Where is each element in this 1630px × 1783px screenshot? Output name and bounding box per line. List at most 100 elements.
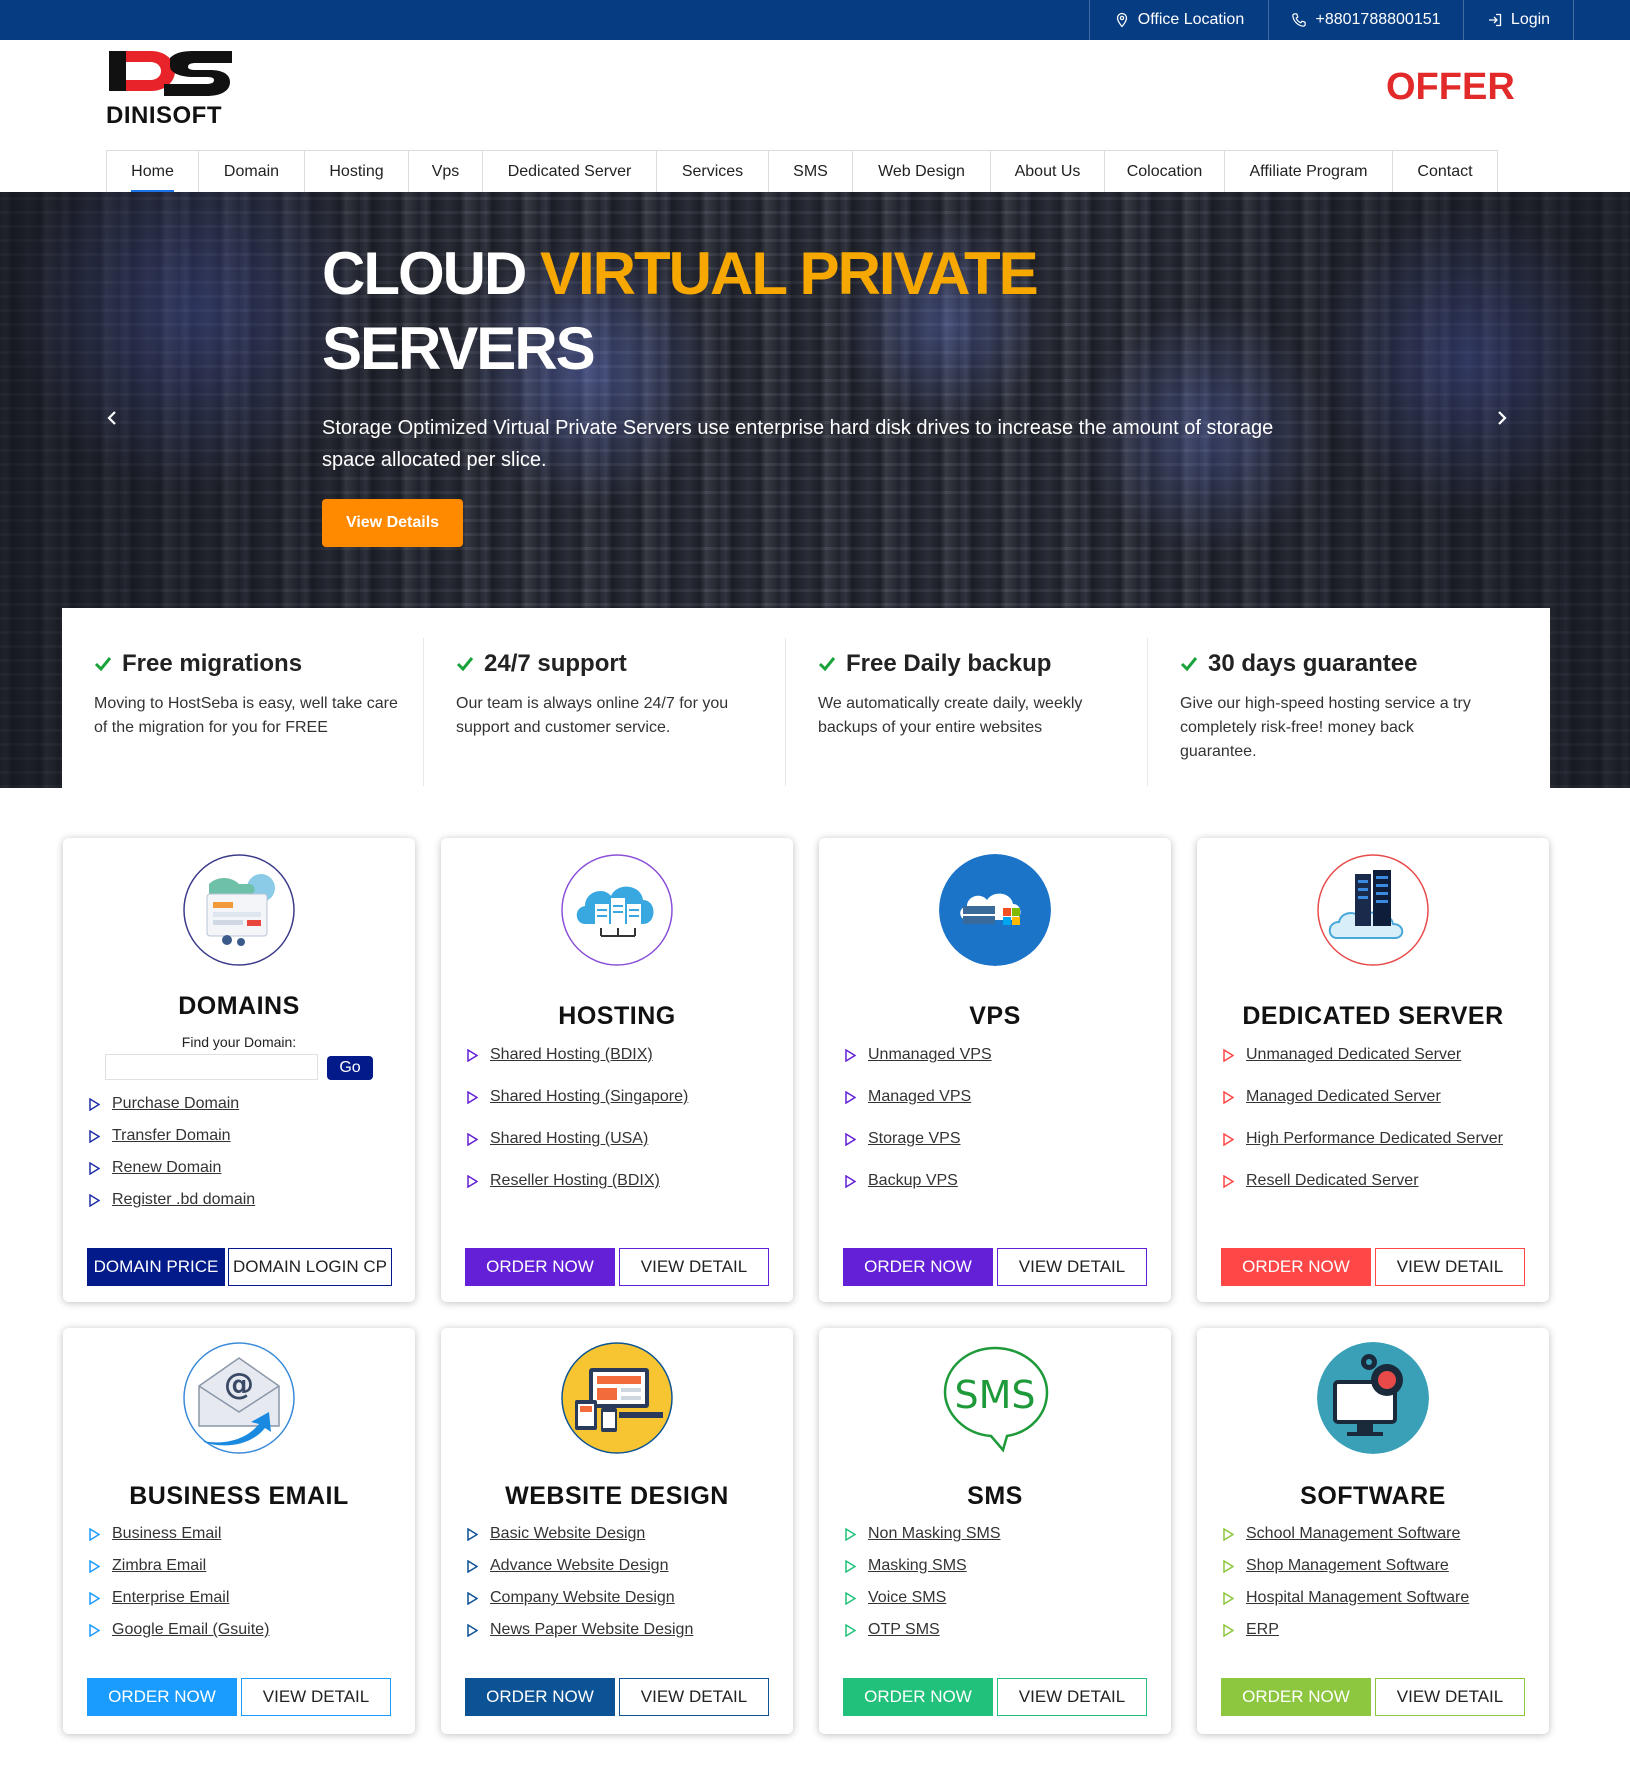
list-link[interactable]: Company Website Design — [467, 1582, 693, 1614]
list-link[interactable]: Managed VPS — [845, 1076, 992, 1118]
nav-colocation[interactable]: Colocation — [1105, 151, 1225, 193]
list-link[interactable]: Non Masking SMS — [845, 1518, 1001, 1550]
domain-price-button[interactable]: DOMAIN PRICE — [87, 1248, 225, 1286]
nav-domain[interactable]: Domain — [199, 151, 305, 193]
link-label: Storage VPS — [868, 1130, 961, 1147]
nav-affiliate-program[interactable]: Affiliate Program — [1225, 151, 1393, 193]
triangle-right-icon — [845, 1174, 856, 1188]
office-location-label: Office Location — [1137, 11, 1245, 28]
list-link[interactable]: Transfer Domain — [89, 1120, 255, 1152]
link-label: Voice SMS — [868, 1589, 947, 1606]
link-label: Shared Hosting (USA) — [490, 1130, 649, 1147]
link-label: Basic Website Design — [490, 1525, 646, 1542]
order-now-button[interactable]: ORDER NOW — [87, 1678, 237, 1716]
list-link[interactable]: Reseller Hosting (BDIX) — [467, 1160, 688, 1202]
nav-about-us[interactable]: About Us — [991, 151, 1105, 193]
list-link[interactable]: Resell Dedicated Server — [1223, 1160, 1503, 1202]
link-label: Managed VPS — [868, 1088, 972, 1105]
office-location-link[interactable]: Office Location — [1089, 0, 1268, 40]
order-now-button[interactable]: ORDER NOW — [465, 1678, 615, 1716]
triangle-right-icon — [89, 1097, 100, 1111]
card-title: SOFTWARE — [1300, 1482, 1446, 1510]
slider-prev-button[interactable] — [92, 398, 132, 438]
link-label: Enterprise Email — [112, 1589, 230, 1606]
slider-next-button[interactable] — [1482, 398, 1522, 438]
list-link[interactable]: High Performance Dedicated Server — [1223, 1118, 1503, 1160]
view-detail-button[interactable]: VIEW DETAIL — [241, 1678, 391, 1716]
triangle-right-icon — [467, 1048, 478, 1062]
list-link[interactable]: Backup VPS — [845, 1160, 992, 1202]
list-link[interactable]: Shared Hosting (USA) — [467, 1118, 688, 1160]
nav-services[interactable]: Services — [657, 151, 769, 193]
order-now-button[interactable]: ORDER NOW — [465, 1248, 615, 1286]
list-link[interactable]: OTP SMS — [845, 1614, 1001, 1646]
offer-link[interactable]: OFFER — [1386, 66, 1515, 109]
domain-search-input[interactable] — [105, 1054, 318, 1080]
list-link[interactable]: Storage VPS — [845, 1118, 992, 1160]
link-label: Unmanaged VPS — [868, 1046, 992, 1063]
nav-hosting[interactable]: Hosting — [305, 151, 409, 193]
list-link[interactable]: Advance Website Design — [467, 1550, 693, 1582]
view-detail-button[interactable]: VIEW DETAIL — [619, 1678, 769, 1716]
link-label: Non Masking SMS — [868, 1525, 1001, 1542]
list-link[interactable]: Voice SMS — [845, 1582, 1001, 1614]
nav-contact[interactable]: Contact — [1393, 151, 1497, 193]
nav-vps[interactable]: Vps — [409, 151, 483, 193]
order-now-button[interactable]: ORDER NOW — [1221, 1248, 1371, 1286]
nav-home[interactable]: Home — [107, 151, 199, 193]
list-link[interactable]: News Paper Website Design — [467, 1614, 693, 1646]
view-detail-button[interactable]: VIEW DETAIL — [619, 1248, 769, 1286]
list-link[interactable]: Unmanaged Dedicated Server — [1223, 1034, 1503, 1076]
list-link[interactable]: Shared Hosting (BDIX) — [467, 1034, 688, 1076]
triangle-right-icon — [845, 1559, 856, 1573]
feature-text: Give our high-speed hosting service a tr… — [1180, 695, 1471, 760]
triangle-right-icon — [89, 1559, 100, 1573]
feature-title: 30 days guarantee — [1208, 650, 1418, 677]
view-detail-button[interactable]: VIEW DETAIL — [1375, 1678, 1525, 1716]
list-link[interactable]: Shared Hosting (Singapore) — [467, 1076, 688, 1118]
feature-text: Our team is always online 24/7 for you s… — [456, 695, 729, 736]
view-detail-button[interactable]: VIEW DETAIL — [997, 1678, 1147, 1716]
view-detail-button[interactable]: VIEW DETAIL — [997, 1248, 1147, 1286]
feature-title: 24/7 support — [484, 650, 627, 677]
list-link[interactable]: Unmanaged VPS — [845, 1034, 992, 1076]
nav-dedicated-server[interactable]: Dedicated Server — [483, 151, 657, 193]
domain-login-cp-button[interactable]: DOMAIN LOGIN CP — [228, 1248, 392, 1286]
link-label: Business Email — [112, 1525, 222, 1542]
vps-cloud-icon — [939, 854, 1051, 966]
list-link[interactable]: Hospital Management Software — [1223, 1582, 1469, 1614]
view-detail-button[interactable]: VIEW DETAIL — [1375, 1248, 1525, 1286]
list-link[interactable]: Basic Website Design — [467, 1518, 693, 1550]
dedicated-server-card: DEDICATED SERVER Unmanaged Dedicated Ser… — [1197, 838, 1549, 1302]
login-link[interactable]: Login — [1463, 0, 1574, 40]
list-link[interactable]: Purchase Domain — [89, 1088, 255, 1120]
triangle-right-icon — [845, 1623, 856, 1637]
link-label: Masking SMS — [868, 1557, 967, 1574]
triangle-right-icon — [1223, 1559, 1234, 1573]
list-link[interactable]: Masking SMS — [845, 1550, 1001, 1582]
list-link[interactable]: Renew Domain — [89, 1152, 255, 1184]
list-link[interactable]: Google Email (Gsuite) — [89, 1614, 269, 1646]
order-now-button[interactable]: ORDER NOW — [843, 1678, 993, 1716]
list-link[interactable]: Zimbra Email — [89, 1550, 269, 1582]
location-pin-icon — [1116, 12, 1127, 28]
sms-links: Non Masking SMS Masking SMS Voice SMS OT… — [845, 1518, 1001, 1646]
triangle-right-icon — [1223, 1090, 1234, 1104]
order-now-button[interactable]: ORDER NOW — [843, 1248, 993, 1286]
software-links: School Management Software Shop Manageme… — [1223, 1518, 1469, 1646]
go-button[interactable]: Go — [327, 1056, 373, 1080]
list-link[interactable]: School Management Software — [1223, 1518, 1469, 1550]
view-details-button[interactable]: View Details — [322, 499, 463, 547]
list-link[interactable]: Register .bd domain — [89, 1184, 255, 1216]
nav-web-design[interactable]: Web Design — [853, 151, 991, 193]
card-title: WEBSITE DESIGN — [505, 1482, 729, 1510]
list-link[interactable]: Enterprise Email — [89, 1582, 269, 1614]
list-link[interactable]: Managed Dedicated Server — [1223, 1076, 1503, 1118]
list-link[interactable]: ERP — [1223, 1614, 1469, 1646]
list-link[interactable]: Business Email — [89, 1518, 269, 1550]
nav-sms[interactable]: SMS — [769, 151, 853, 193]
phone-link[interactable]: +8801788800151 — [1268, 0, 1463, 40]
webdesign-links: Basic Website Design Advance Website Des… — [467, 1518, 693, 1646]
order-now-button[interactable]: ORDER NOW — [1221, 1678, 1371, 1716]
list-link[interactable]: Shop Management Software — [1223, 1550, 1469, 1582]
